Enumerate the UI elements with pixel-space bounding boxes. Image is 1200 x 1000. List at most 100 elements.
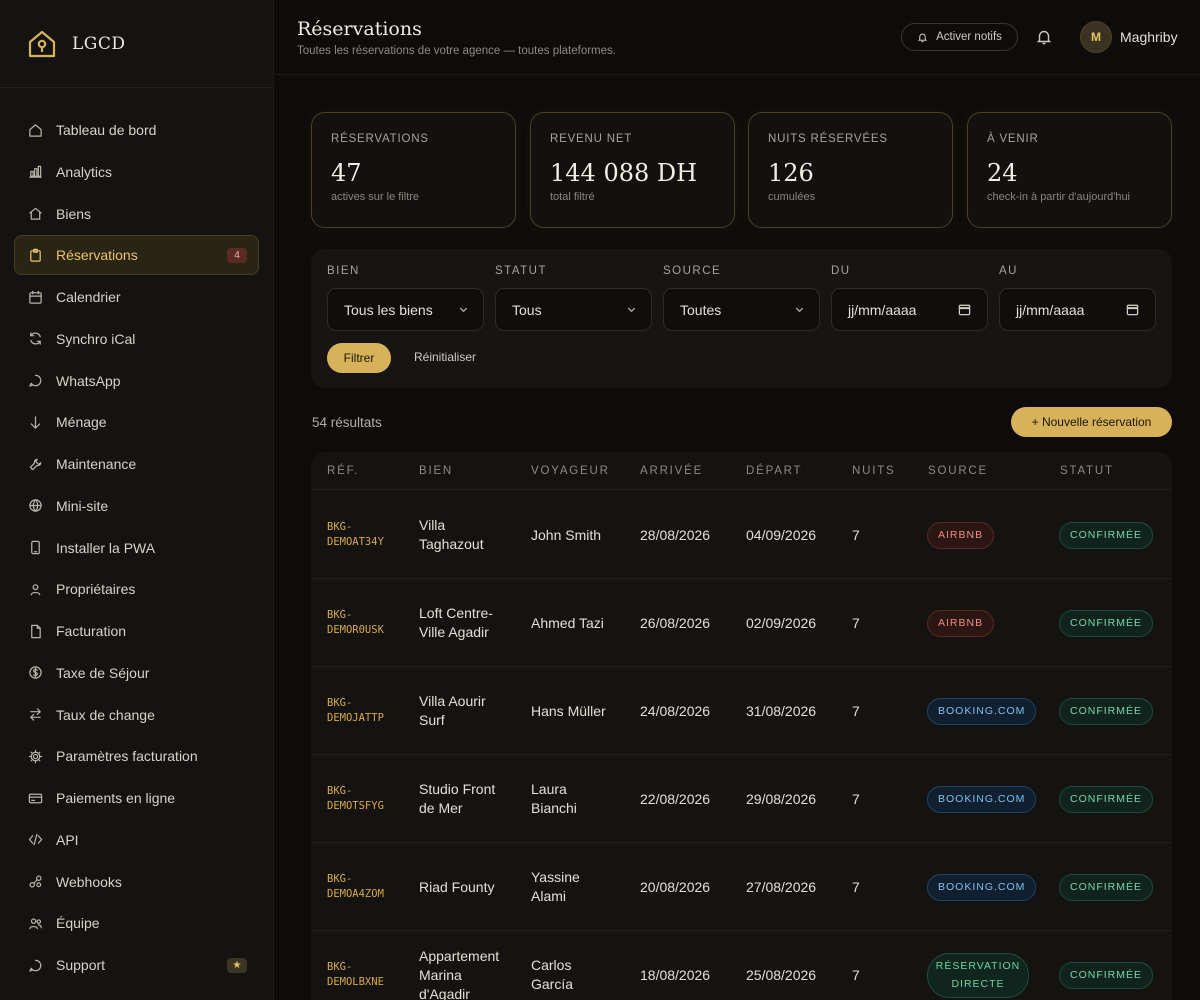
sidebar-item-label: Paramètres facturation	[56, 748, 198, 765]
column-header-arrivee[interactable]: ARRIVÉE	[640, 465, 703, 477]
new-reservation-button[interactable]: + Nouvelle réservation	[1011, 407, 1172, 437]
sidebar-item-support[interactable]: Support ★	[14, 945, 259, 985]
calendar-icon[interactable]	[958, 303, 971, 316]
enable-notifications-button[interactable]: Activer notifs	[901, 23, 1018, 51]
guest-name-line: Yassine	[531, 869, 580, 885]
sidebar-item-calendrier[interactable]: Calendrier	[14, 277, 259, 317]
sidebar-item-webhooks[interactable]: Webhooks	[14, 862, 259, 902]
column-header-bien[interactable]: BIEN	[419, 465, 453, 477]
sidebar-item-paiements-en-ligne[interactable]: Paiements en ligne	[14, 778, 259, 818]
sidebar-item-tableau-de-bord[interactable]: Tableau de bord	[14, 110, 259, 150]
booking-ref-line: BKG-	[327, 873, 353, 885]
property-name-line: de Mer	[419, 800, 463, 816]
source-badge: BOOKING.COM	[927, 873, 1037, 901]
sidebar-item-installer-la-pwa[interactable]: Installer la PWA	[14, 528, 259, 568]
table-row[interactable]: BKG- DEMOJATTP Villa Aourir Surf Hans Müller…	[311, 667, 1172, 755]
link-icon	[27, 874, 43, 890]
nights-count: 7	[852, 702, 860, 719]
guest-name: Carlos García	[531, 956, 631, 994]
sidebar-item-badge: ★	[227, 958, 247, 973]
sidebar-item-equipe[interactable]: Équipe	[14, 903, 259, 943]
source-badge: BOOKING.COM	[927, 697, 1037, 725]
guest-name-line: Carlos	[531, 957, 572, 973]
notifications-bell-icon[interactable]	[1035, 28, 1053, 46]
reset-button[interactable]: Réinitialiser	[414, 350, 476, 364]
sidebar-item-analytics[interactable]: Analytics	[14, 152, 259, 192]
table-row[interactable]: BKG- DEMOTSFYG Studio Front de Mer Laura Bian…	[311, 755, 1172, 843]
guest-name: Laura Bianchi	[531, 780, 631, 818]
stat-sub: total filtré	[550, 191, 595, 203]
bell-icon	[917, 33, 928, 42]
date-to-input[interactable]: jj/mm/aaaa	[999, 288, 1156, 331]
column-header-statut[interactable]: STATUT	[1060, 465, 1114, 477]
booking-ref-line: DEMOA4ZOM	[327, 888, 384, 900]
sidebar-item-label: Taux de change	[56, 706, 155, 723]
sidebar-item-label: Ménage	[56, 414, 107, 431]
source-badge: AIRBNB	[927, 521, 995, 549]
table-row[interactable]: BKG- DEMOAT34Y Villa Taghazout John Smith 28/…	[311, 491, 1172, 579]
sidebar-item-synchro-ical[interactable]: Synchro iCal	[14, 319, 259, 359]
column-header-nuits[interactable]: NUITS	[852, 465, 896, 477]
home-icon	[27, 122, 43, 138]
booking-ref[interactable]: BKG- DEMOA4ZOM	[327, 872, 407, 902]
sidebar-item-facturation[interactable]: Facturation	[14, 611, 259, 651]
filter-button[interactable]: Filtrer	[327, 343, 391, 373]
stat-card-upcoming: À VENIR 24 check-in à partir d'aujourd'h…	[967, 112, 1172, 228]
sidebar-item-label: Synchro iCal	[56, 330, 136, 347]
status-badge: CONFIRMÉE	[1059, 609, 1153, 637]
date-from-input[interactable]: jj/mm/aaaa	[831, 288, 988, 331]
property-name: Appartement Marina d'Agadir	[419, 947, 519, 1000]
table-row[interactable]: BKG- DEMOA4ZOM Riad Founty Yassine Alami 20/0…	[311, 843, 1172, 931]
people-icon	[27, 915, 43, 931]
booking-ref[interactable]: BKG- DEMOLBXNE	[327, 960, 407, 990]
stat-value: 126	[768, 159, 814, 187]
username[interactable]: Maghriby	[1120, 29, 1178, 45]
statut-select[interactable]: Tous	[495, 288, 652, 331]
filter-label-du: DU	[831, 265, 851, 277]
clipboard-icon	[27, 247, 43, 263]
source-select[interactable]: Toutes	[663, 288, 820, 331]
bien-select[interactable]: Tous les biens	[327, 288, 484, 331]
sidebar-item-taxe-de-sejour[interactable]: Taxe de Séjour	[14, 653, 259, 693]
sidebar-item-reservations[interactable]: Réservations 4	[14, 235, 259, 276]
booking-ref[interactable]: BKG- DEMOAT34Y	[327, 520, 407, 550]
sidebar-item-label: Paiements en ligne	[56, 790, 176, 806]
sidebar-item-proprietaires[interactable]: Propriétaires	[14, 569, 259, 609]
stat-label: NUITS RÉSERVÉES	[768, 133, 888, 145]
nights-count: 7	[852, 614, 860, 631]
status-badge: CONFIRMÉE	[1059, 521, 1153, 549]
booking-ref-line: DEMOR0USK	[327, 624, 384, 636]
sidebar-item-api[interactable]: API	[14, 820, 259, 860]
sidebar-item-parametres-facturation[interactable]: Paramètres facturation	[14, 736, 259, 776]
table-header: RÉF. BIEN VOYAGEUR ARRIVÉE DÉPART NUITS …	[311, 452, 1172, 490]
person-icon	[27, 581, 43, 597]
sidebar-item-taux-de-change[interactable]: Taux de change	[14, 695, 259, 735]
property-name-line: Surf	[419, 712, 445, 728]
booking-ref[interactable]: BKG- DEMOR0USK	[327, 608, 407, 638]
sidebar-item-mini-site[interactable]: Mini-site	[14, 486, 259, 526]
chevron-down-icon	[795, 307, 804, 313]
column-header-source[interactable]: SOURCE	[928, 465, 988, 477]
sidebar-item-maintenance[interactable]: Maintenance	[14, 444, 259, 484]
status-badge: CONFIRMÉE	[1059, 961, 1153, 989]
source-badge: RÉSERVATION DIRECTE	[927, 952, 1029, 998]
status-badge: CONFIRMÉE	[1059, 873, 1153, 901]
property-name: Villa Aourir Surf	[419, 692, 519, 730]
guest-name-line: Alami	[531, 888, 567, 904]
property-name-line: Taghazout	[419, 536, 484, 552]
table-row[interactable]: BKG- DEMOR0USK Loft Centre- Ville Agadir Ahm…	[311, 579, 1172, 667]
booking-ref[interactable]: BKG- DEMOTSFYG	[327, 784, 407, 814]
column-header-voyageur[interactable]: VOYAGEUR	[531, 465, 610, 477]
avatar[interactable]: M	[1080, 21, 1112, 53]
column-header-depart[interactable]: DÉPART	[746, 465, 802, 477]
table-row[interactable]: BKG- DEMOLBXNE Appartement Marina d'Agadir Ca…	[311, 931, 1172, 1000]
sidebar-item-menage[interactable]: Ménage	[14, 402, 259, 442]
sidebar-item-label: Réservations	[56, 247, 138, 264]
column-header-ref[interactable]: RÉF.	[327, 465, 359, 477]
sidebar-item-biens[interactable]: Biens	[14, 194, 259, 234]
stat-card-revenue: REVENU NET 144 088 DH total filtré	[530, 112, 735, 228]
brand[interactable]: LGCD	[0, 0, 273, 88]
sidebar-item-whatsapp[interactable]: WhatsApp	[14, 361, 259, 401]
booking-ref[interactable]: BKG- DEMOJATTP	[327, 696, 407, 726]
calendar-icon[interactable]	[1126, 303, 1139, 316]
